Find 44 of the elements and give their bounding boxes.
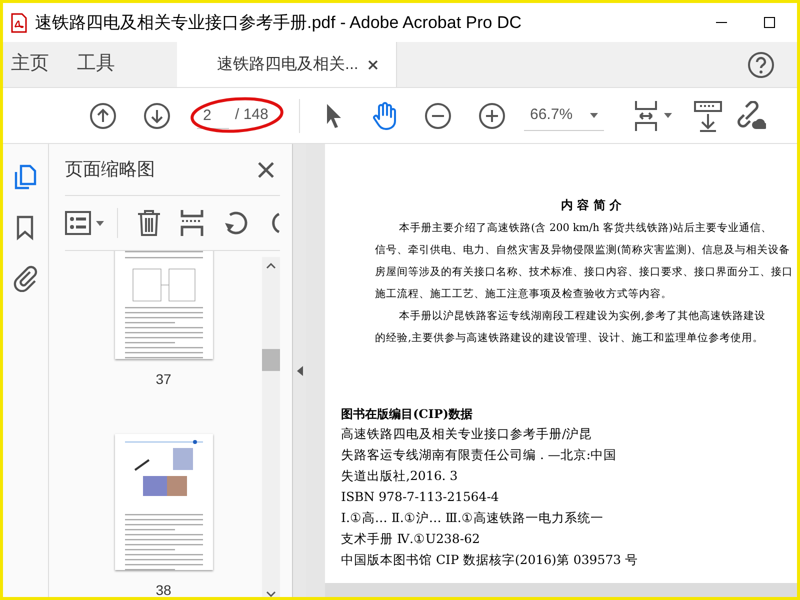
download-icon[interactable] — [694, 100, 722, 132]
page-total: / 148 — [235, 105, 268, 126]
page-label: 37 — [156, 370, 172, 389]
rotate-icon[interactable] — [222, 209, 250, 237]
cip-line: ISBN 978-7-113-21564-4 — [341, 488, 499, 506]
window-title: 速铁路四电及相关专业接口参考手册.pdf - Adobe Acrobat Pro DC — [35, 12, 522, 34]
help-icon[interactable] — [747, 50, 775, 78]
tab[interactable]: 速铁路四电及相关... — [177, 42, 397, 87]
cip-line: 失道出版社,2016. 3 — [341, 467, 458, 485]
next-page-icon[interactable] — [143, 102, 171, 130]
page-thumbnail[interactable] — [114, 251, 212, 359]
close-icon[interactable] — [258, 162, 274, 178]
pointer-icon[interactable] — [324, 102, 344, 130]
paragraph: 本手册主要介绍了高速铁路(含 200 km/h 客货共线铁路)站后主要专业通信、 信号、牵引供电、电力、自然灾害及异物侵限监测(简称灾害监测)、信息及与相关设备 房屋间等涉及的有关接口名称、技术标准、接口内容、接口要求、接口界面分工、接口 施工流程、施工工艺、施工注意事项及检查验收方式等内容。 — [375, 221, 793, 302]
tab[interactable]: 主页 — [3, 42, 69, 87]
cip-line: Ⅰ.①高… Ⅱ.①沪… Ⅲ.①高速铁路一电力系统一 — [341, 509, 604, 527]
section-heading: 内 容 简 介 — [561, 197, 622, 214]
cip-line: 高速铁路四电及相关专业接口参考手册/沪昆 — [341, 425, 592, 443]
scroll-up-icon[interactable] — [266, 263, 276, 269]
zoom-dropdown[interactable]: 66.7% — [524, 100, 604, 130]
extract-page-icon[interactable] — [180, 209, 204, 237]
zoom-in-icon[interactable] — [478, 102, 506, 130]
cip-line: 中国版本图书馆 CIP 数据核字(2016)第 039573 号 — [341, 551, 638, 569]
paragraph: 本手册以沪昆铁路客运专线湖南段工程建设为实例,参考了其他高速铁路建设 的经验,主要供参与高速铁路建设的建设管理、设计、施工和监理单位参考使用。 — [375, 309, 766, 346]
cip-line: 失路客运专线湖南有限责任公司编 . —北京:中国 — [341, 446, 617, 464]
scroll-down-icon[interactable] — [266, 591, 276, 597]
caret-icon — [590, 112, 598, 118]
cip-heading: 图书在版编目(CIP)数据 — [341, 406, 473, 423]
page-thumbnail[interactable] — [114, 434, 212, 570]
cip-line: 支术手册 Ⅳ.①U238-62 — [341, 530, 480, 548]
options-menu-icon[interactable] — [65, 210, 105, 236]
scrollbar[interactable] — [262, 257, 280, 597]
page-label: 38 — [156, 581, 172, 597]
close-tab-icon[interactable] — [368, 60, 378, 70]
tab[interactable]: 工具 — [69, 42, 135, 87]
paperclip-icon[interactable] — [12, 264, 40, 292]
pdf-file-icon — [11, 12, 27, 32]
panel-title: 页面缩略图 — [65, 158, 155, 181]
zoom-out-icon[interactable] — [424, 102, 452, 130]
page-number-field[interactable]: 2 — [197, 102, 229, 128]
trash-icon[interactable] — [136, 209, 162, 237]
previous-page-icon[interactable] — [89, 102, 117, 130]
scroll-thumb[interactable] — [262, 349, 280, 371]
collapse-panel-icon[interactable] — [296, 366, 302, 376]
